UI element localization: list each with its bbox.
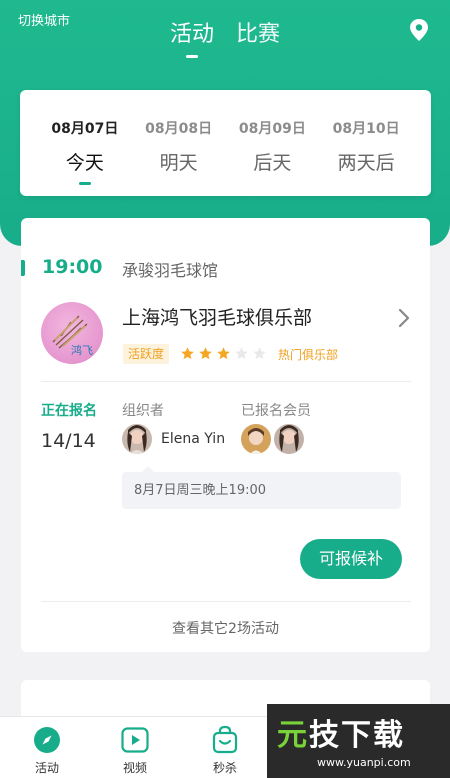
more-activities-link[interactable]: 查看其它2场活动 <box>21 618 430 638</box>
hot-club-tag: 热门俱乐部 <box>278 348 339 362</box>
organizer-name[interactable]: Elena Yin <box>161 431 225 447</box>
date-label: 08月10日 <box>332 121 400 137</box>
venue-name: 承骏羽毛球馆 <box>122 261 219 280</box>
avatar-photo <box>274 424 304 454</box>
member-avatar[interactable] <box>274 424 304 454</box>
star-filled-icon <box>199 347 212 360</box>
activity-rating <box>180 346 267 361</box>
star-filled-icon <box>181 347 194 360</box>
day-label: 两天后 <box>337 152 395 174</box>
play-icon <box>121 727 149 753</box>
compass-icon <box>34 727 60 753</box>
date-tab-day-after[interactable]: 08月09日 后天 <box>232 90 312 196</box>
event-card[interactable]: 19:00 承骏羽毛球馆 鸿飞 上海鸿飞羽毛球俱乐部 活跃度 热门俱乐部 正在报… <box>21 218 430 652</box>
watermark-title: 元技下载 <box>277 718 405 753</box>
location-pin-icon[interactable] <box>408 18 430 42</box>
active-indicator <box>78 182 91 185</box>
avatar-photo <box>122 424 152 454</box>
time-accent-bar <box>21 260 25 276</box>
chevron-right-icon[interactable] <box>397 308 411 328</box>
registration-status: 正在报名 <box>41 403 97 419</box>
member-avatar[interactable] <box>241 424 271 454</box>
watermark-url: www.yuanpi.com <box>317 756 411 769</box>
nav-flash-sale[interactable]: 秒杀 <box>195 725 255 776</box>
organizer-label: 组织者 <box>122 403 164 419</box>
organizer-avatar[interactable] <box>122 424 152 454</box>
bag-icon <box>212 725 238 754</box>
club-logo[interactable]: 鸿飞 <box>41 302 103 364</box>
nav-videos[interactable]: 视频 <box>105 725 165 776</box>
date-label: 08月09日 <box>238 121 306 137</box>
nav-label: 视频 <box>122 761 147 775</box>
star-empty-icon <box>253 347 266 360</box>
divider <box>41 601 411 602</box>
nav-label: 秒杀 <box>212 761 237 775</box>
event-note: 8月7日周三晚上19:00 <box>122 466 401 509</box>
date-tab-two-days-later[interactable]: 08月10日 两天后 <box>326 90 406 196</box>
date-selector: 08月07日 今天 08月08日 明天 08月09日 后天 08月10日 两天后 <box>20 90 431 196</box>
date-label: 08月08日 <box>145 121 213 137</box>
nav-activities[interactable]: 活动 <box>17 725 77 776</box>
event-time: 19:00 <box>42 256 103 278</box>
activity-badge: 活跃度 <box>123 344 170 364</box>
waitlist-button[interactable]: 可报候补 <box>300 539 402 579</box>
avatar-photo <box>241 424 271 454</box>
star-filled-icon <box>217 347 230 360</box>
star-empty-icon <box>235 347 248 360</box>
date-tab-tomorrow[interactable]: 08月08日 明天 <box>139 90 219 196</box>
tab-activities[interactable]: 活动 <box>170 16 214 48</box>
day-label: 明天 <box>159 152 198 174</box>
watermark-logo: 元技下载 www.yuanpi.com <box>267 704 450 778</box>
club-name[interactable]: 上海鸿飞羽毛球俱乐部 <box>122 303 312 330</box>
date-tab-today[interactable]: 08月07日 今天 <box>45 90 125 196</box>
day-label: 今天 <box>65 152 104 174</box>
members-label: 已报名会员 <box>241 403 311 419</box>
registration-count: 14/14 <box>41 430 96 452</box>
feather-logo-icon: 鸿飞 <box>52 315 93 357</box>
divider <box>41 381 411 382</box>
svg-text:鸿飞: 鸿飞 <box>71 343 93 357</box>
date-label: 08月07日 <box>51 121 119 137</box>
top-tabs: 活动 比赛 <box>0 16 450 48</box>
nav-label: 活动 <box>34 761 59 775</box>
day-label: 后天 <box>253 152 292 174</box>
tab-competitions[interactable]: 比赛 <box>236 16 280 48</box>
